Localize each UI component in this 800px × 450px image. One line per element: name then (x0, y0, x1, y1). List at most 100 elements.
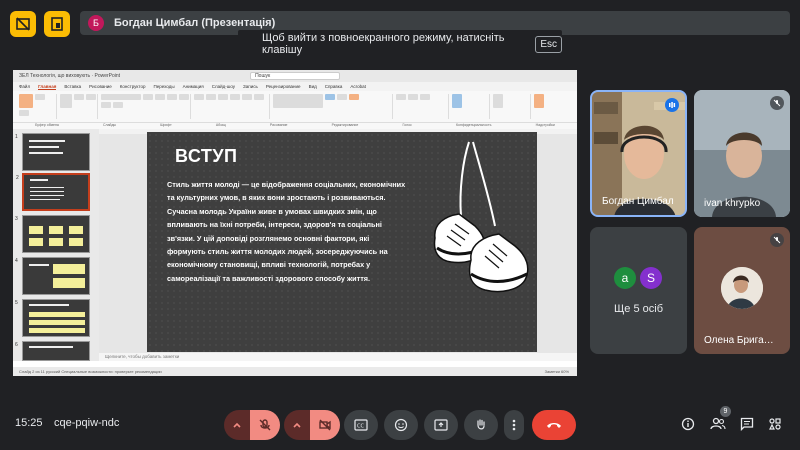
hide-panel-button[interactable] (10, 11, 36, 37)
thumb-note-block (49, 238, 63, 246)
slide-thumbnails: 1 2 3 4 5 6 (13, 129, 99, 361)
presenter-label: Богдан Цимбал (Презентація) (114, 17, 276, 29)
hand-icon (477, 419, 485, 430)
slide-body-text: Стиль життя молоді — це відображення соц… (167, 180, 406, 283)
emoji-icon (394, 418, 408, 432)
participant-avatar-a: a (614, 267, 636, 289)
ribbon-button (324, 94, 335, 100)
ppt-tab: Главная (38, 83, 57, 90)
captions-button[interactable]: CC (344, 410, 378, 440)
slide-thumbnail: 6 (15, 341, 90, 361)
hang-up-icon (547, 423, 561, 428)
mic-options-button[interactable] (224, 410, 250, 440)
ppt-tab: Конструктор (119, 84, 146, 89)
thumb-number: 2 (16, 175, 19, 181)
ribbon-button (155, 94, 166, 100)
thumb-note-block (29, 238, 43, 246)
ppt-search: Пошук (250, 72, 341, 80)
thumb-note-block (69, 226, 83, 234)
ppt-tab: Рецензирование (265, 84, 301, 89)
hide-panel-icon (16, 17, 30, 31)
ribbon-group (194, 94, 270, 119)
ribbon-button (60, 94, 73, 108)
participant-avatar-s: S (640, 267, 662, 289)
fullscreen-toast: Щоб вийти з повноекранного режиму, натис… (238, 30, 562, 58)
slide-thumbnail: 1 (15, 133, 90, 171)
captions-icon: CC (354, 419, 368, 431)
ppt-title: ЗЕЛ Технологія, що виховують · PowerPoin… (19, 73, 121, 79)
ribbon-button (19, 94, 33, 108)
chat-button[interactable] (740, 417, 754, 436)
layout-button[interactable] (44, 11, 70, 37)
ribbon-group (19, 94, 58, 119)
ppt-tab: Рисование (89, 84, 112, 89)
audio-wave-icon (669, 102, 676, 108)
ppt-tab: Вставка (64, 84, 82, 89)
camera-toggle-button[interactable] (310, 410, 340, 440)
thumb-number: 1 (15, 134, 18, 140)
ribbon-button (242, 94, 253, 100)
thumb-number: 6 (15, 342, 18, 348)
ppt-tab: Вид (308, 84, 317, 89)
more-participants-label: Ще 5 осіб (613, 303, 664, 315)
thumb-text-line (29, 346, 73, 348)
muted-indicator (770, 233, 784, 247)
ribbon-group (533, 94, 571, 119)
activities-button[interactable] (768, 417, 782, 436)
ribbon-button (407, 94, 418, 100)
ribbon-button (451, 94, 462, 108)
participant-tile-ivan[interactable]: ivan khrypko (694, 90, 790, 217)
ppt-tab: Переходы (153, 84, 175, 89)
participant-avatar-photo (721, 267, 763, 309)
thumb-text-line (29, 146, 59, 148)
reactions-button[interactable] (384, 410, 418, 440)
slide-thumbnail: 4 (15, 257, 90, 295)
slide-canvas: ВСТУП Стиль життя молоді — це відображен… (99, 129, 577, 361)
more-options-button[interactable] (504, 410, 524, 440)
thumb-text-line (30, 187, 64, 188)
ribbon-button (35, 94, 45, 100)
layout-icon (51, 17, 63, 31)
raise-hand-button[interactable] (464, 410, 498, 440)
meeting-code: cqe-pqiw-ndc (54, 417, 120, 429)
ribbon-button (167, 94, 178, 100)
ppt-statusbar: Слайд 2 из 11 русский Специальные возмож… (13, 367, 577, 376)
ribbon-button (254, 94, 265, 100)
ribbon-group (395, 94, 449, 119)
ribbon-button (395, 94, 406, 100)
camera-options-button[interactable] (284, 410, 310, 440)
present-screen-button[interactable] (424, 410, 458, 440)
ribbon-group (60, 94, 99, 119)
mic-off-icon (773, 236, 781, 244)
camera-off-icon (319, 419, 331, 431)
mic-toggle-button[interactable] (250, 410, 280, 440)
thumb-number: 5 (15, 300, 18, 306)
participant-tile-bogdan[interactable]: Богдан Цимбал (590, 90, 687, 217)
presenter-avatar: Б (88, 15, 104, 31)
ribbon-group (451, 94, 490, 119)
thumb-note-block (29, 328, 85, 333)
people-count-badge: 9 (720, 406, 731, 417)
thumb-text-line (29, 140, 65, 142)
ribbon-button (113, 102, 124, 108)
muted-indicator (770, 96, 784, 110)
thumb-text-line (29, 264, 49, 266)
svg-text:CC: CC (357, 424, 364, 430)
esc-key: Esc (535, 35, 562, 53)
participant-tile-olena[interactable]: Олена Брига… (694, 227, 790, 354)
meeting-info-button[interactable] (681, 417, 695, 436)
slide-thumbnail-selected: 2 (16, 173, 90, 211)
ribbon-button (86, 94, 97, 100)
slide-thumbnail: 5 (15, 299, 90, 337)
leave-call-button[interactable] (532, 410, 576, 440)
more-participants-tile[interactable]: a S Ще 5 осіб (590, 227, 687, 354)
present-icon (434, 419, 448, 431)
mic-off-icon (259, 419, 271, 431)
thumb-note-block (53, 278, 85, 288)
thumb-text-line (30, 195, 64, 196)
participant-name: Олена Брига… (704, 335, 774, 346)
toast-text: Щоб вийти з повноекранного режиму, натис… (262, 32, 505, 56)
ribbon-button (74, 94, 85, 100)
thumb-note-block (29, 312, 85, 317)
people-button[interactable] (710, 417, 726, 436)
